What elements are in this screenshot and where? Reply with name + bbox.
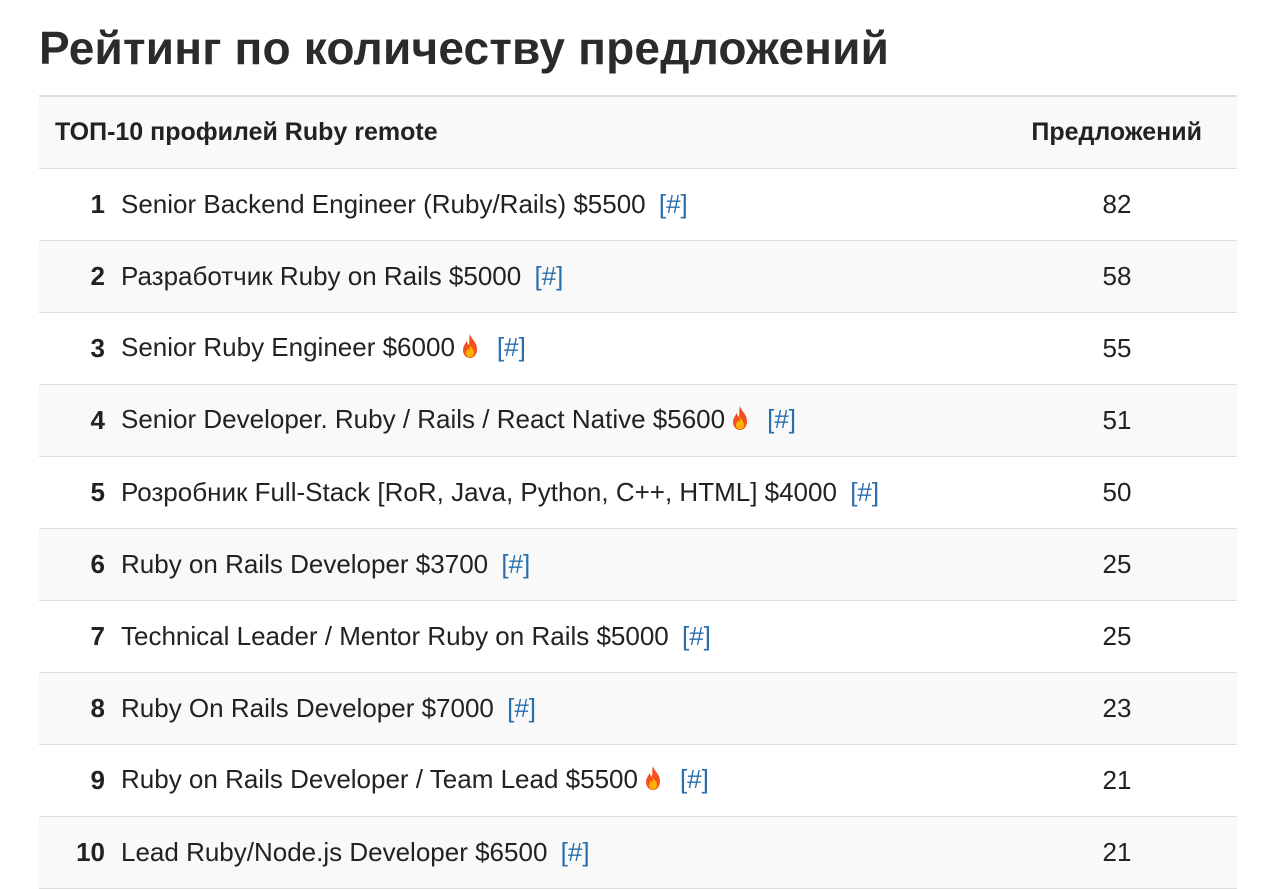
header-title: ТОП-10 профилей Ruby remote bbox=[39, 96, 997, 169]
row-count: 50 bbox=[997, 456, 1237, 529]
table-row: 8 Ruby On Rails Developer $7000 [#] 23 bbox=[39, 672, 1237, 745]
anchor-link[interactable]: [#] bbox=[767, 404, 796, 434]
row-count: 55 bbox=[997, 312, 1237, 385]
row-count: 51 bbox=[997, 384, 1237, 457]
row-title-cell: Senior Ruby Engineer $6000 [#] bbox=[121, 312, 997, 385]
row-rank: 1 bbox=[39, 168, 121, 241]
table-row: 7 Technical Leader / Mentor Ruby on Rail… bbox=[39, 600, 1237, 673]
anchor-link[interactable]: [#] bbox=[497, 332, 526, 362]
profile-title: Ruby on Rails Developer / Team Lead $550… bbox=[121, 763, 638, 794]
anchor-link[interactable]: [#] bbox=[507, 693, 536, 723]
table-row: 1 Senior Backend Engineer (Ruby/Rails) $… bbox=[39, 168, 1237, 241]
row-title-cell: Разработчик Ruby on Rails $5000 [#] bbox=[121, 240, 997, 313]
anchor-link[interactable]: [#] bbox=[680, 764, 709, 794]
row-count: 23 bbox=[997, 672, 1237, 745]
row-count: 21 bbox=[997, 744, 1237, 817]
profile-title: Lead Ruby/Node.js Developer $6500 bbox=[121, 837, 548, 867]
row-rank: 6 bbox=[39, 528, 121, 601]
profile-title: Senior Backend Engineer (Ruby/Rails) $55… bbox=[121, 189, 646, 219]
anchor-link[interactable]: [#] bbox=[850, 477, 879, 507]
row-count: 82 bbox=[997, 168, 1237, 241]
row-title-cell: Ruby On Rails Developer $7000 [#] bbox=[121, 672, 997, 745]
fire-icon bbox=[459, 333, 481, 366]
profile-title: Разработчик Ruby on Rails $5000 bbox=[121, 261, 522, 291]
profile-title: Senior Ruby Engineer $6000 bbox=[121, 331, 455, 362]
row-rank: 7 bbox=[39, 600, 121, 673]
row-title-cell: Ruby on Rails Developer $3700 [#] bbox=[121, 528, 997, 601]
row-title-cell: Technical Leader / Mentor Ruby on Rails … bbox=[121, 600, 997, 673]
row-title-cell: Senior Backend Engineer (Ruby/Rails) $55… bbox=[121, 168, 997, 241]
row-rank: 10 bbox=[39, 816, 121, 889]
table-row: 6 Ruby on Rails Developer $3700 [#] 25 bbox=[39, 528, 1237, 601]
anchor-link[interactable]: [#] bbox=[682, 621, 711, 651]
table-row: 10 Lead Ruby/Node.js Developer $6500 [#]… bbox=[39, 816, 1237, 889]
row-rank: 4 bbox=[39, 384, 121, 457]
row-title-cell: Розробник Full-Stack [RoR, Java, Python,… bbox=[121, 456, 997, 529]
row-rank: 9 bbox=[39, 744, 121, 817]
row-count: 25 bbox=[997, 600, 1237, 673]
profile-title: Technical Leader / Mentor Ruby on Rails … bbox=[121, 621, 669, 651]
table-row: 3 Senior Ruby Engineer $6000 [#] 55 bbox=[39, 312, 1237, 385]
table-row: 4 Senior Developer. Ruby / Rails / React… bbox=[39, 384, 1237, 457]
profile-title: Ruby On Rails Developer $7000 bbox=[121, 693, 494, 723]
profile-title: Senior Developer. Ruby / Rails / React N… bbox=[121, 403, 726, 434]
anchor-link[interactable]: [#] bbox=[534, 261, 563, 291]
profile-title: Ruby on Rails Developer $3700 bbox=[121, 549, 489, 579]
anchor-link[interactable]: [#] bbox=[561, 837, 590, 867]
table-row: 9 Ruby on Rails Developer / Team Lead $5… bbox=[39, 744, 1237, 817]
rating-table: ТОП-10 профилей Ruby remote Предложений … bbox=[39, 95, 1237, 889]
table-row: 5 Розробник Full-Stack [RoR, Java, Pytho… bbox=[39, 456, 1237, 529]
fire-icon bbox=[642, 765, 664, 798]
row-title-cell: Lead Ruby/Node.js Developer $6500 [#] bbox=[121, 816, 997, 889]
row-count: 25 bbox=[997, 528, 1237, 601]
page-title: Рейтинг по количеству предложений bbox=[39, 22, 890, 74]
anchor-link[interactable]: [#] bbox=[501, 549, 530, 579]
table-header-row: ТОП-10 профилей Ruby remote Предложений bbox=[39, 96, 1237, 169]
row-rank: 2 bbox=[39, 240, 121, 313]
anchor-link[interactable]: [#] bbox=[659, 189, 688, 219]
row-count: 21 bbox=[997, 816, 1237, 889]
row-title-cell: Senior Developer. Ruby / Rails / React N… bbox=[121, 384, 997, 457]
table-body: 1 Senior Backend Engineer (Ruby/Rails) $… bbox=[39, 168, 1237, 889]
row-rank: 5 bbox=[39, 456, 121, 529]
header-count: Предложений bbox=[997, 96, 1237, 169]
profile-title: Розробник Full-Stack [RoR, Java, Python,… bbox=[121, 477, 837, 507]
row-rank: 8 bbox=[39, 672, 121, 745]
row-title-cell: Ruby on Rails Developer / Team Lead $550… bbox=[121, 744, 997, 817]
table-row: 2 Разработчик Ruby on Rails $5000 [#] 58 bbox=[39, 240, 1237, 313]
row-rank: 3 bbox=[39, 312, 121, 385]
row-count: 58 bbox=[997, 240, 1237, 313]
fire-icon bbox=[729, 405, 751, 438]
